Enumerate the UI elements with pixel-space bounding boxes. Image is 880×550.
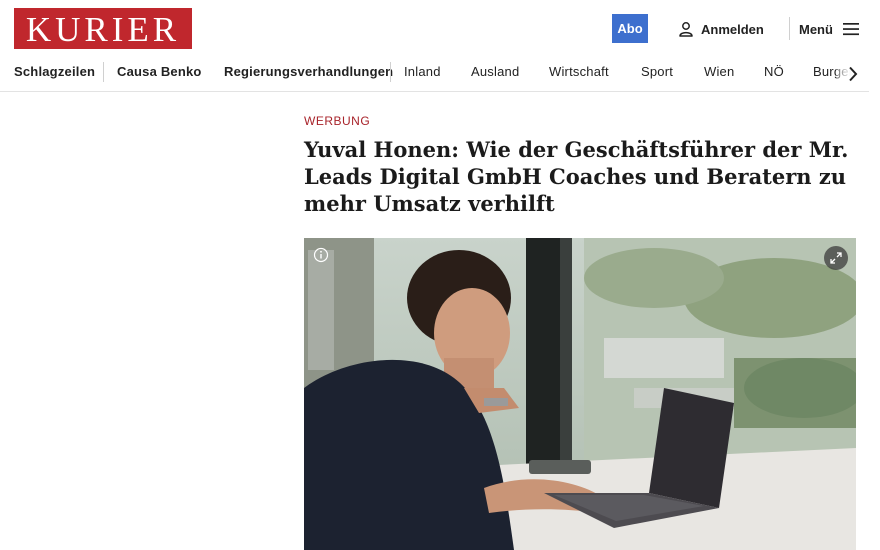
article-image[interactable] [304,238,856,550]
expand-icon [830,252,842,264]
abo-button[interactable]: Abo [612,14,648,43]
nav-item-noe[interactable]: NÖ [764,64,784,79]
article-kicker: WERBUNG [304,114,371,128]
menu-button[interactable]: Menü [799,18,859,40]
article-headline: Yuval Honen: Wie der Geschäftsführer der… [304,137,849,216]
user-icon [679,22,693,37]
nav-scroll-right[interactable] [836,56,869,91]
nav-item-causa-benko[interactable]: Causa Benko [117,64,202,79]
nav-item-schlagzeilen[interactable]: Schlagzeilen [14,64,95,79]
nav-item-ausland[interactable]: Ausland [471,64,519,79]
nav-divider [103,62,104,82]
section-nav: Schlagzeilen Causa Benko Regierungsverha… [0,56,869,92]
nav-item-inland[interactable]: Inland [404,64,441,79]
kurier-logo[interactable]: KURIER [14,8,192,49]
nav-item-wien[interactable]: Wien [704,64,734,79]
login-button[interactable]: Anmelden [678,18,764,40]
site-header: KURIER Abo Anmelden Menü [0,0,880,56]
logo-text: KURIER [25,10,181,49]
nav-item-sport[interactable]: Sport [641,64,673,79]
header-divider [789,17,790,40]
article-photo [304,238,856,550]
hamburger-icon [842,23,859,36]
info-icon[interactable] [313,247,329,263]
login-label: Anmelden [701,21,764,37]
nav-item-wirtschaft[interactable]: Wirtschaft [549,64,609,79]
nav-divider [390,62,391,82]
menu-label: Menü [799,21,833,37]
chevron-right-icon [848,66,857,81]
nav-item-regierungsverhandlungen[interactable]: Regierungsverhandlungen [224,64,393,79]
expand-image-button[interactable] [824,246,848,270]
